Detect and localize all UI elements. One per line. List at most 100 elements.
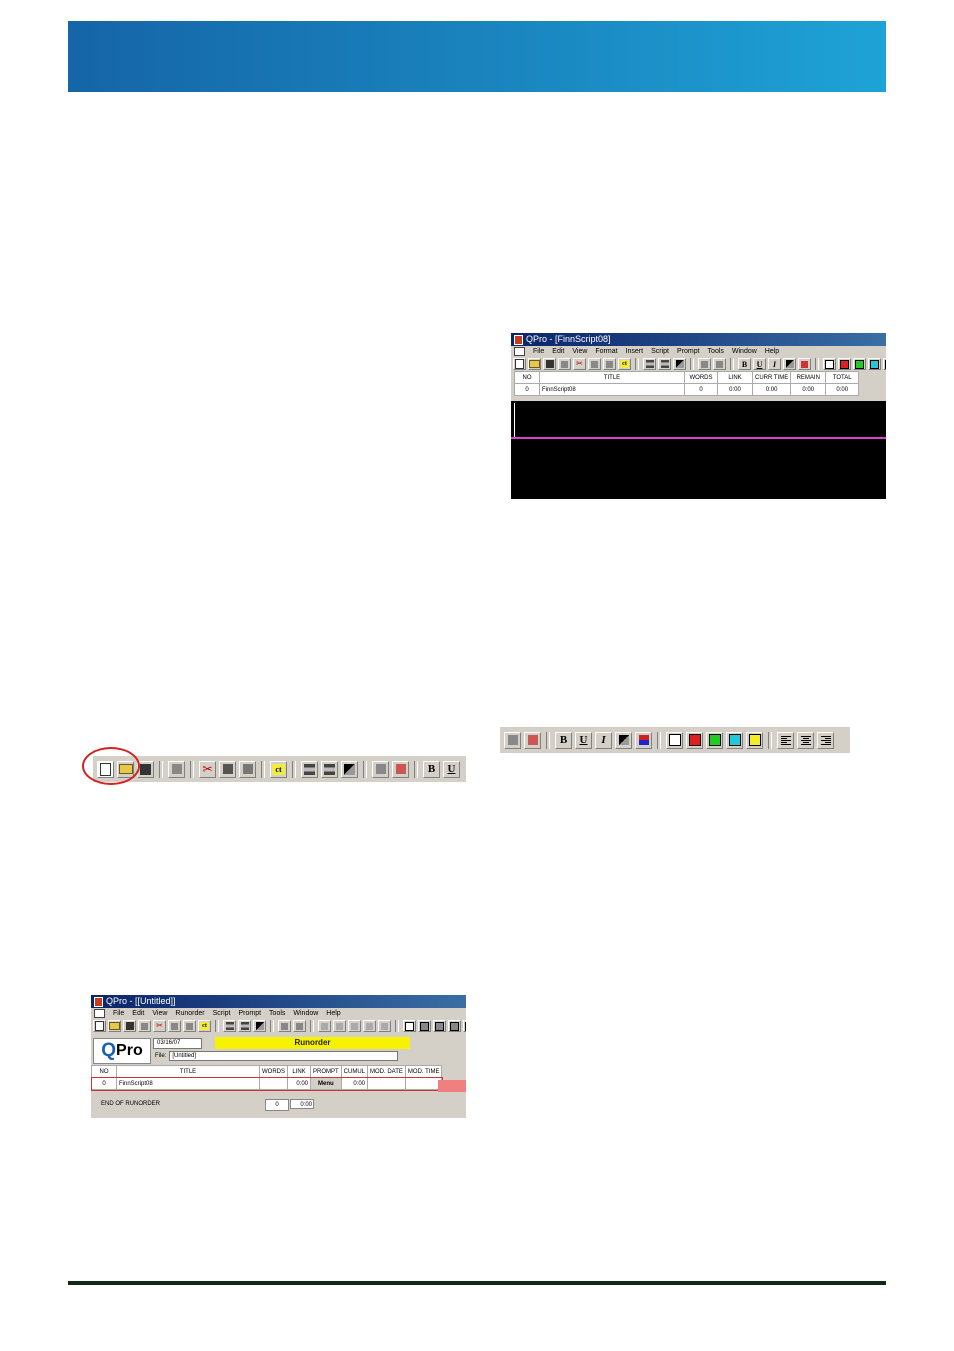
italic-disabled-button[interactable] — [348, 1020, 361, 1032]
color-red-button[interactable] — [686, 731, 703, 749]
bold-button[interactable]: B — [423, 760, 440, 778]
menu-prompt[interactable]: Prompt — [238, 1010, 261, 1017]
menu-help[interactable]: Help — [326, 1010, 340, 1017]
cell-prompt-button[interactable]: Menu — [310, 1077, 342, 1090]
align-left-button[interactable] — [777, 731, 794, 749]
view-edit-button[interactable] — [293, 1020, 306, 1032]
color-red-button[interactable] — [838, 358, 851, 370]
date-field[interactable]: 03/16/07 — [153, 1038, 202, 1049]
font-size-button[interactable] — [615, 731, 632, 749]
menu-prompt[interactable]: Prompt — [677, 348, 700, 355]
align-center-button[interactable] — [797, 731, 814, 749]
copy-button[interactable] — [168, 1020, 181, 1032]
menu-file[interactable]: File — [533, 348, 544, 355]
save-grey-button[interactable] — [168, 760, 185, 778]
color-grey-4-button[interactable] — [463, 1020, 466, 1032]
color-yellow-button[interactable] — [746, 731, 763, 749]
prompt-edit-button[interactable] — [321, 760, 338, 778]
control-button[interactable]: ct — [270, 760, 287, 778]
bold-disabled-button[interactable] — [318, 1020, 331, 1032]
save-button[interactable] — [123, 1020, 136, 1032]
view-button[interactable] — [698, 358, 711, 370]
font-size-disabled-button[interactable] — [363, 1020, 376, 1032]
menu-window[interactable]: Window — [293, 1010, 318, 1017]
menu-view[interactable]: View — [152, 1010, 167, 1017]
color-green-button[interactable] — [853, 358, 866, 370]
menu-script[interactable]: Script — [651, 348, 669, 355]
prompt-edit-button[interactable] — [658, 358, 671, 370]
menu-help[interactable]: Help — [765, 348, 779, 355]
color-grey-3-button[interactable] — [448, 1020, 461, 1032]
cut-button[interactable]: ✂ — [199, 760, 216, 778]
copy-button[interactable] — [588, 358, 601, 370]
color-grey-1-button[interactable] — [418, 1020, 431, 1032]
italic-button[interactable]: I — [768, 358, 781, 370]
font-size-button[interactable] — [783, 358, 796, 370]
view-edit-icon — [296, 1022, 303, 1030]
font-color-disabled-button[interactable] — [378, 1020, 391, 1032]
copy-button[interactable] — [219, 760, 236, 778]
color-yellow-button[interactable] — [883, 358, 886, 370]
color-white-button[interactable] — [666, 731, 683, 749]
tool-button[interactable] — [341, 760, 358, 778]
menu-file[interactable]: File — [113, 1010, 124, 1017]
menu-edit[interactable]: Edit — [552, 348, 564, 355]
control-button[interactable]: ct — [198, 1020, 211, 1032]
view-button[interactable] — [372, 760, 389, 778]
script-editor-area[interactable] — [511, 401, 886, 499]
view-button[interactable] — [278, 1020, 291, 1032]
tool-button[interactable] — [673, 358, 686, 370]
menu-insert[interactable]: Insert — [626, 348, 644, 355]
save-grey-button[interactable] — [138, 1020, 151, 1032]
save-grey-button[interactable] — [558, 358, 571, 370]
menu-tools[interactable]: Tools — [708, 348, 724, 355]
cut-button[interactable]: ✂ — [573, 358, 586, 370]
menu-window[interactable]: Window — [732, 348, 757, 355]
italic-button[interactable]: I — [595, 731, 612, 749]
table-row[interactable]: 0 FinnScript08 0 0:00 0:00 0:00 0:00 — [514, 383, 860, 396]
save-button[interactable] — [543, 358, 556, 370]
underline-disabled-button[interactable] — [333, 1020, 346, 1032]
control-button[interactable]: ct — [618, 358, 631, 370]
paste-button[interactable] — [239, 760, 256, 778]
view-button[interactable] — [504, 731, 521, 749]
color-green-button[interactable] — [706, 731, 723, 749]
font-color-button[interactable] — [635, 731, 652, 749]
color-cyan-button[interactable] — [726, 731, 743, 749]
bold-button[interactable]: B — [738, 358, 751, 370]
menu-format[interactable]: Format — [595, 348, 617, 355]
menu-runorder[interactable]: Runorder — [175, 1010, 204, 1017]
prompt-button[interactable] — [223, 1020, 236, 1032]
paste-button[interactable] — [183, 1020, 196, 1032]
bold-button[interactable]: B — [555, 731, 572, 749]
prompt-button[interactable] — [643, 358, 656, 370]
underline-button[interactable]: U — [443, 760, 460, 778]
prompt-edit-button[interactable] — [238, 1020, 251, 1032]
prompt-button[interactable] — [301, 760, 318, 778]
cut-button[interactable]: ✂ — [153, 1020, 166, 1032]
menu-view[interactable]: View — [572, 348, 587, 355]
view-edit-button[interactable] — [524, 731, 541, 749]
tool-button[interactable] — [253, 1020, 266, 1032]
color-white-button[interactable] — [823, 358, 836, 370]
paste-button[interactable] — [603, 358, 616, 370]
underline-button[interactable]: U — [753, 358, 766, 370]
underline-button[interactable]: U — [575, 731, 592, 749]
file-field[interactable]: [Untitled] — [169, 1051, 399, 1061]
align-right-button[interactable] — [817, 731, 834, 749]
cell-title: FinnScript08 — [116, 1077, 260, 1090]
color-cyan-button[interactable] — [868, 358, 881, 370]
open-file-button[interactable] — [108, 1020, 121, 1032]
table-row[interactable]: 0 FinnScript08 0:00 Menu 0:00 — [91, 1076, 443, 1091]
menu-script[interactable]: Script — [213, 1010, 231, 1017]
new-file-button[interactable] — [93, 1020, 106, 1032]
open-file-button[interactable] — [528, 358, 541, 370]
view-edit-button[interactable] — [392, 760, 409, 778]
menu-tools[interactable]: Tools — [269, 1010, 285, 1017]
menu-edit[interactable]: Edit — [132, 1010, 144, 1017]
new-file-button[interactable] — [513, 358, 526, 370]
color-white-button[interactable] — [403, 1020, 416, 1032]
color-grey-2-button[interactable] — [433, 1020, 446, 1032]
view-edit-button[interactable] — [713, 358, 726, 370]
font-color-button[interactable] — [798, 358, 811, 370]
